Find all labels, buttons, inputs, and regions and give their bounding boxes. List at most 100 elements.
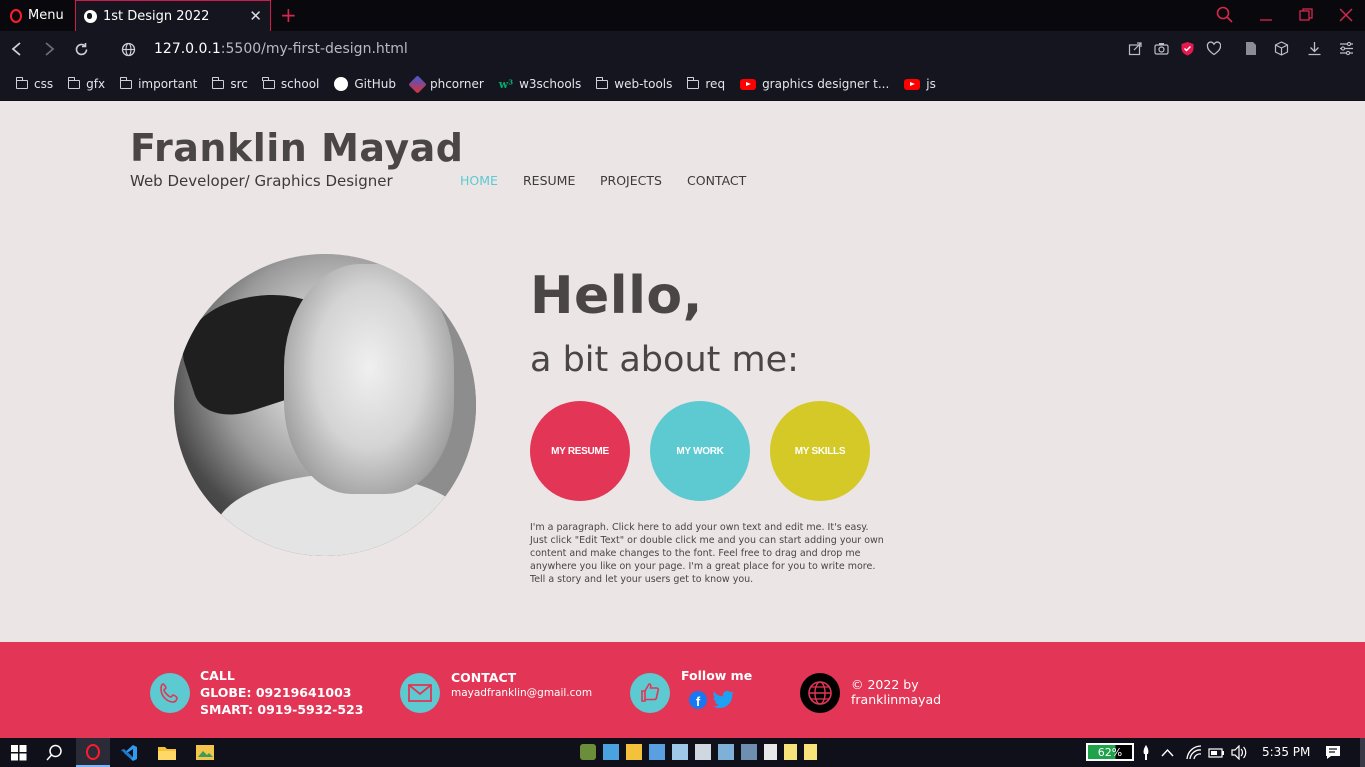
browser-tab-active[interactable]: 1st Design 2022 ✕ — [75, 0, 271, 31]
network-icon[interactable] — [649, 744, 665, 760]
bookmark-gfx[interactable]: gfx — [67, 76, 105, 91]
phcorner-icon — [408, 74, 427, 94]
bookmark-req[interactable]: req — [686, 76, 726, 91]
site-subtitle: Web Developer/ Graphics Designer — [130, 172, 393, 190]
camera-icon[interactable] — [1154, 41, 1169, 56]
menu-label: Menu — [28, 8, 64, 23]
bookmarks-bar: css gfx important src school GitHub phco… — [0, 68, 1365, 100]
device-icon[interactable] — [718, 744, 734, 760]
opera-menu-button[interactable]: Menu — [0, 0, 74, 31]
vscode-icon[interactable] — [120, 744, 138, 762]
call-block: CALL GLOBE: 09219641003 SMART: 0919-5932… — [200, 667, 363, 718]
easy-setup-icon[interactable] — [1339, 41, 1354, 56]
computer-icon[interactable] — [603, 744, 619, 760]
new-tab-button[interactable]: + — [280, 3, 297, 27]
url-field[interactable]: 127.0.0.1:5500/my-first-design.html — [154, 41, 408, 57]
mail-icon — [400, 673, 440, 713]
show-desktop-button[interactable] — [1360, 738, 1365, 767]
taskbar-tray-apps — [580, 744, 817, 760]
minimize-icon[interactable] — [1259, 8, 1273, 22]
sticky-note-icon[interactable] — [784, 744, 797, 760]
facebook-icon[interactable]: f — [689, 691, 707, 709]
taskbar-clock[interactable]: 5:35 PM — [1262, 745, 1310, 759]
bookmark-src[interactable]: src — [211, 76, 248, 91]
notepad-icon[interactable] — [764, 744, 777, 760]
bookmark-label: js — [926, 77, 936, 91]
search-icon[interactable] — [1216, 6, 1234, 24]
search-icon[interactable] — [46, 744, 63, 761]
globe-icon — [800, 673, 840, 713]
bookmark-label: req — [705, 77, 726, 91]
bookmark-web-tools[interactable]: web-tools — [595, 76, 672, 91]
notifications-icon[interactable] — [1325, 745, 1341, 760]
youtube-icon — [740, 78, 757, 90]
folder-icon[interactable] — [626, 744, 642, 760]
power-plug-icon — [1143, 745, 1149, 760]
twitter-icon[interactable] — [713, 690, 735, 708]
bookmark-label: GitHub — [354, 77, 396, 91]
file-explorer-icon[interactable] — [158, 745, 176, 760]
bookmark-graphics-designer[interactable]: graphics designer t... — [740, 77, 889, 91]
control-panel-icon[interactable] — [672, 744, 688, 760]
wifi-icon[interactable] — [1186, 745, 1202, 760]
folder-icon — [262, 76, 275, 89]
folder-icon — [67, 76, 81, 89]
sticky-note-icon[interactable] — [804, 744, 817, 760]
call-smart: SMART: 0919-5932-523 — [200, 702, 364, 717]
volume-icon[interactable] — [1231, 745, 1248, 760]
nav-resume[interactable]: RESUME — [523, 173, 575, 188]
copyright-line1: © 2022 by — [851, 677, 919, 692]
share-icon[interactable] — [1128, 41, 1143, 56]
bookmark-label: w3schools — [519, 77, 582, 91]
adblock-shield-icon[interactable] — [1180, 41, 1195, 56]
recycle-bin-icon[interactable] — [695, 744, 711, 760]
site-title: Franklin Mayad — [130, 126, 464, 170]
my-resume-button[interactable]: MY RESUME — [530, 401, 630, 501]
reload-icon[interactable] — [74, 42, 89, 57]
app-icon[interactable] — [741, 744, 757, 760]
phone-icon — [150, 673, 190, 713]
opera-taskbar-icon[interactable] — [76, 738, 110, 767]
bookmark-label: css — [34, 77, 54, 91]
nav-projects[interactable]: PROJECTS — [600, 173, 662, 188]
call-globe: GLOBE: 09219641003 — [200, 685, 352, 700]
about-paragraph: I'm a paragraph. Click here to add your … — [530, 522, 884, 585]
windows-start-icon[interactable] — [11, 745, 27, 761]
chevron-up-icon[interactable] — [1161, 748, 1174, 757]
globe-icon — [84, 9, 97, 23]
nav-home[interactable]: HOME — [460, 173, 498, 188]
site-info-globe-icon[interactable] — [121, 42, 136, 57]
close-window-icon[interactable] — [1339, 8, 1353, 22]
bookmark-js[interactable]: js — [904, 77, 936, 91]
tab-title: 1st Design 2022 — [103, 8, 210, 24]
back-icon[interactable] — [10, 42, 24, 56]
bookmark-important[interactable]: important — [119, 76, 197, 91]
thumbs-up-icon — [630, 673, 670, 713]
heart-icon[interactable] — [1206, 41, 1221, 56]
call-title: CALL — [200, 668, 235, 683]
bookmark-w3schools[interactable]: w³ w3schools — [499, 77, 581, 91]
extensions-cube-icon[interactable] — [1274, 41, 1289, 56]
restore-icon[interactable] — [1299, 8, 1313, 22]
follow-title: Follow me — [681, 668, 753, 683]
url-path: :5500/my-first-design.html — [220, 41, 408, 57]
page-icon[interactable] — [1244, 41, 1259, 56]
nav-contact[interactable]: CONTACT — [687, 173, 746, 188]
bookmark-label: phcorner — [429, 77, 484, 91]
photos-icon[interactable] — [196, 745, 214, 760]
forward-icon[interactable] — [42, 42, 56, 56]
my-work-button[interactable]: MY WORK — [650, 401, 750, 501]
youtube-icon — [904, 78, 921, 90]
bookmark-github[interactable]: GitHub — [334, 77, 396, 91]
battery-status-icon[interactable] — [1208, 746, 1225, 759]
my-skills-button[interactable]: MY SKILLS — [770, 401, 870, 501]
bookmark-css[interactable]: css — [15, 76, 54, 91]
battery-indicator[interactable]: 62% — [1086, 743, 1134, 761]
contact-email[interactable]: mayadfranklin@gmail.com — [451, 686, 592, 700]
bookmark-school[interactable]: school — [262, 76, 319, 91]
tab-close-icon[interactable]: ✕ — [249, 7, 262, 25]
bookmark-phcorner[interactable]: phcorner — [408, 74, 484, 94]
download-icon[interactable] — [1307, 41, 1322, 56]
contact-title: CONTACT — [451, 670, 517, 685]
app-icon[interactable] — [580, 744, 596, 760]
